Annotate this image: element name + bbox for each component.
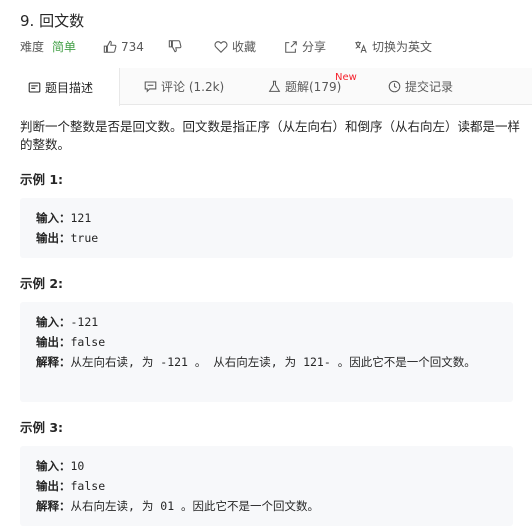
tab-comments-label: 评论 (1.2k) — [161, 80, 225, 94]
example-3-block: 输入：10 输出：false 解释：从右向左读, 为 01 。因此它不是一个回文… — [20, 446, 513, 526]
flask-icon — [268, 80, 281, 92]
tab-bar: 题目描述 评论 (1.2k) 题解(179) New 提交记录 — [0, 68, 532, 106]
example-2-output: 输出：false — [36, 335, 106, 349]
thumbs-down-icon — [168, 40, 182, 53]
share-icon — [285, 41, 297, 53]
example-2-title: 示例 2: — [20, 276, 64, 291]
switch-language-button[interactable]: 切换为英文 — [354, 39, 432, 55]
tab-description[interactable]: 题目描述 — [0, 68, 120, 106]
difficulty-label: 难度 — [20, 40, 45, 54]
example-3-explanation: 解释：从右向左读, 为 01 。因此它不是一个回文数。 — [36, 499, 320, 513]
example-1-title: 示例 1: — [20, 172, 64, 187]
tab-solutions-label: 题解(179) — [285, 80, 342, 94]
example-3-input: 输入：10 — [36, 459, 85, 473]
example-1-block: 输入：121 输出：true — [20, 198, 513, 258]
dislike-button[interactable] — [168, 39, 186, 53]
problem-description: 判断一个整数是否是回文数。回文数是指正序（从左向右）和倒序（从右向左）读都是一样… — [20, 119, 521, 152]
tab-description-label: 题目描述 — [45, 80, 94, 95]
example-3-output: 输出：false — [36, 479, 106, 493]
tab-submissions[interactable]: 提交记录 — [388, 68, 453, 105]
favorite-button[interactable]: 收藏 — [214, 39, 256, 55]
document-icon — [28, 82, 41, 92]
share-button[interactable]: 分享 — [284, 39, 326, 55]
like-button[interactable]: 734 — [103, 39, 144, 55]
favorite-label: 收藏 — [232, 40, 257, 54]
thumbs-up-icon — [103, 40, 117, 53]
example-1-input: 输入：121 — [36, 211, 92, 225]
difficulty: 难度 简单 — [20, 39, 76, 55]
share-label: 分享 — [302, 40, 327, 54]
problem-title: 9. 回文数 — [20, 12, 85, 30]
translate-icon — [355, 41, 367, 53]
tab-comments[interactable]: 评论 (1.2k) — [144, 68, 224, 105]
example-1-output: 输出：true — [36, 231, 99, 245]
difficulty-value: 简单 — [52, 40, 77, 54]
switch-language-label: 切换为英文 — [372, 40, 433, 54]
example-2-input: 输入：-121 — [36, 315, 99, 329]
example-2-explanation: 解释：从左向右读, 为 -121 。 从右向左读, 为 121- 。因此它不是一… — [36, 355, 476, 369]
tab-solutions[interactable]: 题解(179) New — [268, 68, 357, 105]
new-badge: New — [335, 72, 357, 83]
clock-icon — [388, 80, 401, 93]
like-count: 734 — [121, 40, 144, 54]
comment-icon — [144, 81, 157, 93]
tab-submissions-label: 提交记录 — [405, 80, 454, 94]
heart-icon — [214, 41, 228, 53]
example-2-block: 输入：-121 输出：false 解释：从左向右读, 为 -121 。 从右向左… — [20, 302, 513, 402]
example-3-title: 示例 3: — [20, 420, 64, 435]
